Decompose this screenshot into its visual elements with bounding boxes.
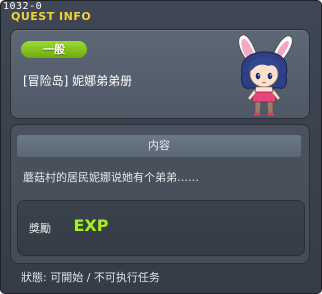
quest-summary-panel: 一般 [冒险岛] 妮娜弟弟册 — [10, 29, 310, 119]
npc-bunny-girl-portrait — [238, 34, 293, 116]
quest-info-window: 1032-0 QUEST INFO 一般 [冒险岛] 妮娜弟弟册 内容 蘑菇村的… — [0, 0, 322, 294]
reward-label: 獎勵 — [29, 222, 51, 235]
quest-content-panel: 内容 蘑菇村的居民妮娜说她有个弟弟…… 獎勵 EXP — [10, 124, 310, 264]
content-section-header: 内容 — [17, 135, 301, 157]
window-title: QUEST INFO — [11, 10, 92, 23]
exp-reward-icon: EXP — [73, 215, 109, 235]
quest-name: [冒险岛] 妮娜弟弟册 — [23, 74, 133, 88]
quest-description: 蘑菇村的居民妮娜说她有个弟弟…… — [23, 171, 199, 184]
quest-status: 狀態: 可開始 / 不可执行任务 — [21, 271, 160, 284]
exp-icon-text: EXP — [74, 216, 109, 235]
quest-category-badge: 一般 — [21, 41, 87, 58]
reward-box: 獎勵 EXP — [17, 200, 305, 256]
